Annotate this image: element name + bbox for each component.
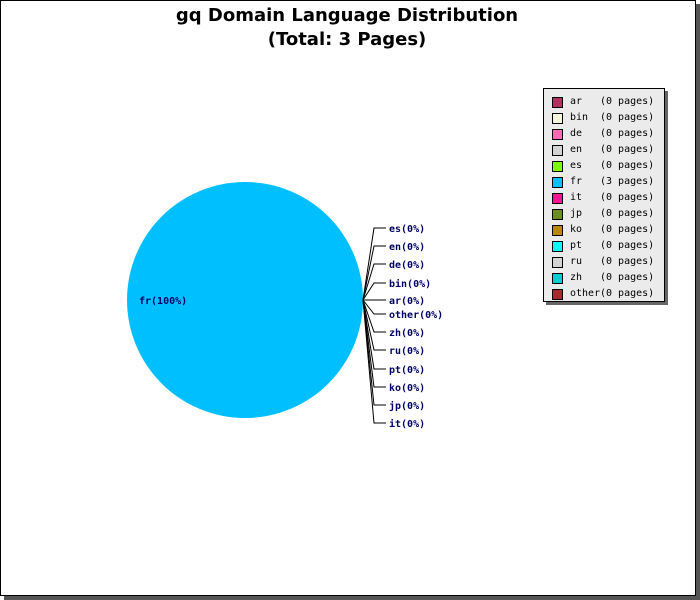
legend-label-ar: ar [570, 96, 583, 107]
legend-count-ko: (0 pages) [600, 224, 655, 235]
legend-label-en: en [570, 144, 583, 155]
legend-label-fr: fr [570, 176, 583, 187]
callout-label-de: de(0%) [389, 260, 425, 271]
callout-line-en [362, 245, 386, 301]
callout-label-es: es(0%) [389, 224, 425, 235]
legend-count-fr: (3 pages) [600, 176, 655, 187]
legend-label-zh: zh [570, 272, 583, 283]
callout-label-ko: ko(0%) [389, 383, 425, 394]
legend-count-it: (0 pages) [600, 192, 655, 203]
legend-count-es: (0 pages) [600, 160, 655, 171]
callout-label-en: en(0%) [389, 242, 425, 253]
legend-count-ru: (0 pages) [600, 256, 655, 267]
legend-swatch-pt [552, 241, 563, 252]
legend-label-ko: ko [570, 224, 583, 235]
legend-label-pt: pt [570, 240, 583, 251]
legend-swatch-ru [552, 257, 563, 268]
legend-label-jp: jp [570, 208, 583, 219]
callout-label-jp: jp(0%) [389, 400, 425, 412]
legend-count-zh: (0 pages) [600, 272, 655, 283]
legend-swatch-zh [552, 273, 563, 284]
legend-count-pt: (0 pages) [600, 240, 655, 251]
legend-label-ru: ru [570, 256, 583, 267]
legend-count-other: (0 pages) [600, 288, 655, 299]
legend-count-bin: (0 pages) [600, 112, 655, 123]
legend-swatch-ko [552, 225, 563, 236]
callout-label-it: it(0%) [389, 418, 425, 430]
callout-label-other: other(0%) [389, 310, 443, 321]
legend-swatch-en [552, 145, 563, 156]
callout-label-bin: bin(0%) [389, 278, 431, 290]
slice-label-fr: fr(100%) [139, 296, 187, 307]
legend: ar (0 pages) bin (0 pages) de (0 pages) en (0 p… [543, 88, 665, 302]
legend-swatch-jp [552, 209, 563, 220]
legend-label-de: de [570, 128, 583, 139]
callout-line-other [362, 299, 386, 315]
legend-swatch-other [552, 289, 563, 300]
legend-label-es: es [570, 160, 583, 171]
legend-count-ar: (0 pages) [600, 96, 655, 107]
legend-label-bin: bin [570, 112, 589, 123]
legend-swatch-ar [552, 97, 563, 108]
legend-swatch-bin [552, 113, 563, 124]
legend-count-en: (0 pages) [600, 144, 655, 155]
callout-label-zh: zh(0%) [389, 328, 425, 339]
legend-swatch-de [552, 129, 563, 140]
callout-label-pt: pt(0%) [389, 365, 425, 376]
legend-swatch-fr [552, 177, 563, 188]
legend-count-jp: (0 pages) [600, 208, 655, 219]
callout-label-ar: ar(0%) [389, 296, 425, 307]
callout-label-ru: ru(0%) [389, 346, 425, 357]
legend-label-other: other [570, 288, 601, 299]
legend-swatch-es [552, 161, 563, 172]
legend-swatch-it [552, 193, 563, 204]
legend-label-it: it [570, 192, 583, 203]
legend-count-de: (0 pages) [600, 128, 655, 139]
